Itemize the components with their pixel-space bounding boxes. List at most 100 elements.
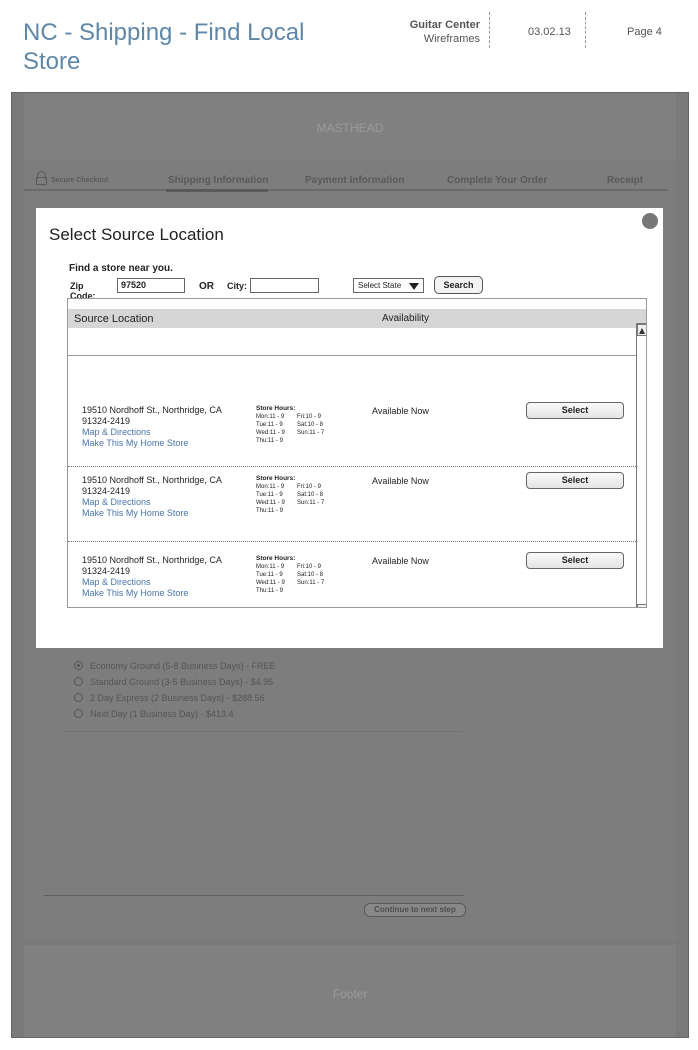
store-row: 19510 Nordhoff St., Northridge, CA 91324… [68,552,636,607]
masthead: MASTHEAD [24,93,676,159]
lock-icon [36,171,47,185]
availability-status: Available Now [372,556,429,566]
header-divider [489,12,490,48]
shipping-options: Economy Ground (5-8 Business Days) - FRE… [70,659,276,723]
shipping-option[interactable]: Economy Ground (5-8 Business Days) - FRE… [70,659,276,675]
results-scrollbar[interactable] [636,323,646,607]
close-icon[interactable] [642,213,658,229]
map-directions-link[interactable]: Map & Directions [82,427,222,438]
continue-button[interactable]: Continue to next step [364,903,466,917]
row-divider [68,466,636,467]
select-store-button[interactable]: Select [526,552,624,569]
select-store-button[interactable]: Select [526,472,624,489]
radio-button[interactable] [74,709,83,718]
address-line: 91324-2419 [82,486,131,496]
state-select[interactable]: Select State [353,278,424,293]
store-address: 19510 Nordhoff St., Northridge, CA 91324… [82,555,222,599]
radio-button[interactable] [74,661,83,670]
map-directions-link[interactable]: Map & Directions [82,577,222,588]
city-label: City: [227,281,247,291]
divider [44,895,464,896]
row-divider [68,541,636,542]
shipping-option[interactable]: Standard Ground (3-5 Business Days) - $4… [70,675,276,691]
doc-page-number: Page 4 [627,26,662,38]
doc-subtitle: Wireframes [423,33,480,45]
shipping-option-label: 2 Day Express (2 Business Days) - $288.5… [90,693,265,703]
hours-entry: Tue:11 - 9 [256,492,283,498]
footer-label: Footer [332,987,368,1001]
column-header-availability: Availability [382,313,430,324]
divider [66,731,462,732]
hours-entry: Wed:11 - 9 [256,430,285,436]
make-home-store-link[interactable]: Make This My Home Store [82,588,222,599]
dropdown-arrow-icon [409,283,419,290]
secure-checkout-label: Secure Checkout [51,177,109,184]
hours-entry: Thu:11 - 9 [256,588,283,594]
hours-entry: Sun:11 - 7 [297,430,325,436]
find-store-label: Find a store near you. [69,263,173,274]
active-step-indicator [166,189,268,192]
address-line: 91324-2419 [82,566,131,576]
step-shipping[interactable]: Shipping Information [168,175,269,186]
hours-entry: Tue:11 - 9 [256,422,283,428]
results-list: Source Location Availability 19510 Nordh… [67,298,647,608]
hours-entry: Wed:11 - 9 [256,500,285,506]
store-address: 19510 Nordhoff St., Northridge, CA 91324… [82,405,222,449]
map-directions-link[interactable]: Map & Directions [82,497,222,508]
store-hours-label: Store Hours: [256,405,296,412]
hours-entry: Thu:11 - 9 [256,438,283,444]
divider [68,355,636,356]
step-payment[interactable]: Payment Information [305,175,404,186]
hours-entry: Sun:11 - 7 [297,500,325,506]
shipping-option-label: Economy Ground (5-8 Business Days) - FRE… [90,661,276,671]
address-line: 19510 Nordhoff St., Northridge, CA [82,555,222,565]
store-address: 19510 Nordhoff St., Northridge, CA 91324… [82,475,222,519]
scroll-down-arrow-icon[interactable] [637,604,646,607]
make-home-store-link[interactable]: Make This My Home Store [82,508,222,519]
state-select-label: Select State [358,281,402,290]
shipping-option[interactable]: Next Day (1 Business Day) - $413.4 [70,707,276,723]
hours-entry: Fri:10 - 9 [297,414,322,420]
shipping-option[interactable]: 2 Day Express (2 Business Days) - $288.5… [70,691,276,707]
or-label: OR [199,281,214,292]
store-row: 19510 Nordhoff St., Northridge, CA 91324… [68,472,636,547]
select-location-modal: Select Source Location Find a store near… [36,208,663,648]
hours-entry: Sun:11 - 7 [297,580,325,586]
hours-entry: Sat:10 - 8 [297,572,324,578]
modal-title: Select Source Location [49,225,224,244]
step-receipt[interactable]: Receipt [607,175,643,186]
city-input[interactable] [250,278,319,293]
hours-entry: Mon:11 - 9 [256,414,285,420]
store-hours: Store Hours: Mon:11 - 9 Fri:10 - 9 Tue:11… [256,475,324,515]
hours-entry: Wed:11 - 9 [256,580,285,586]
availability-status: Available Now [372,476,429,486]
page-title: NC - Shipping - Find Local Store [23,19,305,75]
store-hours-label: Store Hours: [256,555,296,562]
scroll-up-arrow-icon[interactable] [637,324,646,336]
results-header: Source Location Availability [68,309,646,328]
header-divider [585,12,586,48]
address-line: 19510 Nordhoff St., Northridge, CA [82,405,222,415]
company-name: Guitar Center [409,19,480,31]
doc-company-block: Guitar Center Wireframes [410,18,480,46]
hours-entry: Fri:10 - 9 [297,484,322,490]
hours-entry: Sat:10 - 8 [297,422,324,428]
make-home-store-link[interactable]: Make This My Home Store [82,438,222,449]
radio-button[interactable] [74,677,83,686]
address-line: 91324-2419 [82,416,131,426]
search-button[interactable]: Search [434,276,483,294]
footer: Footer [24,945,676,1037]
radio-button[interactable] [74,693,83,702]
hours-entry: Mon:11 - 9 [256,564,285,570]
shipping-option-label: Next Day (1 Business Day) - $413.4 [90,709,234,719]
hours-entry: Thu:11 - 9 [256,508,283,514]
availability-status: Available Now [372,406,429,416]
hours-entry: Tue:11 - 9 [256,572,283,578]
step-complete-order[interactable]: Complete Your Order [447,175,547,186]
select-store-button[interactable]: Select [526,402,624,419]
hours-entry: Fri:10 - 9 [297,564,322,570]
hours-entry: Mon:11 - 9 [256,484,285,490]
store-hours: Store Hours: Mon:11 - 9 Fri:10 - 9 Tue:11… [256,555,324,595]
zip-input[interactable]: 97520 [117,278,185,293]
checkout-steps: Secure Checkout Shipping Information Pay… [24,171,668,192]
